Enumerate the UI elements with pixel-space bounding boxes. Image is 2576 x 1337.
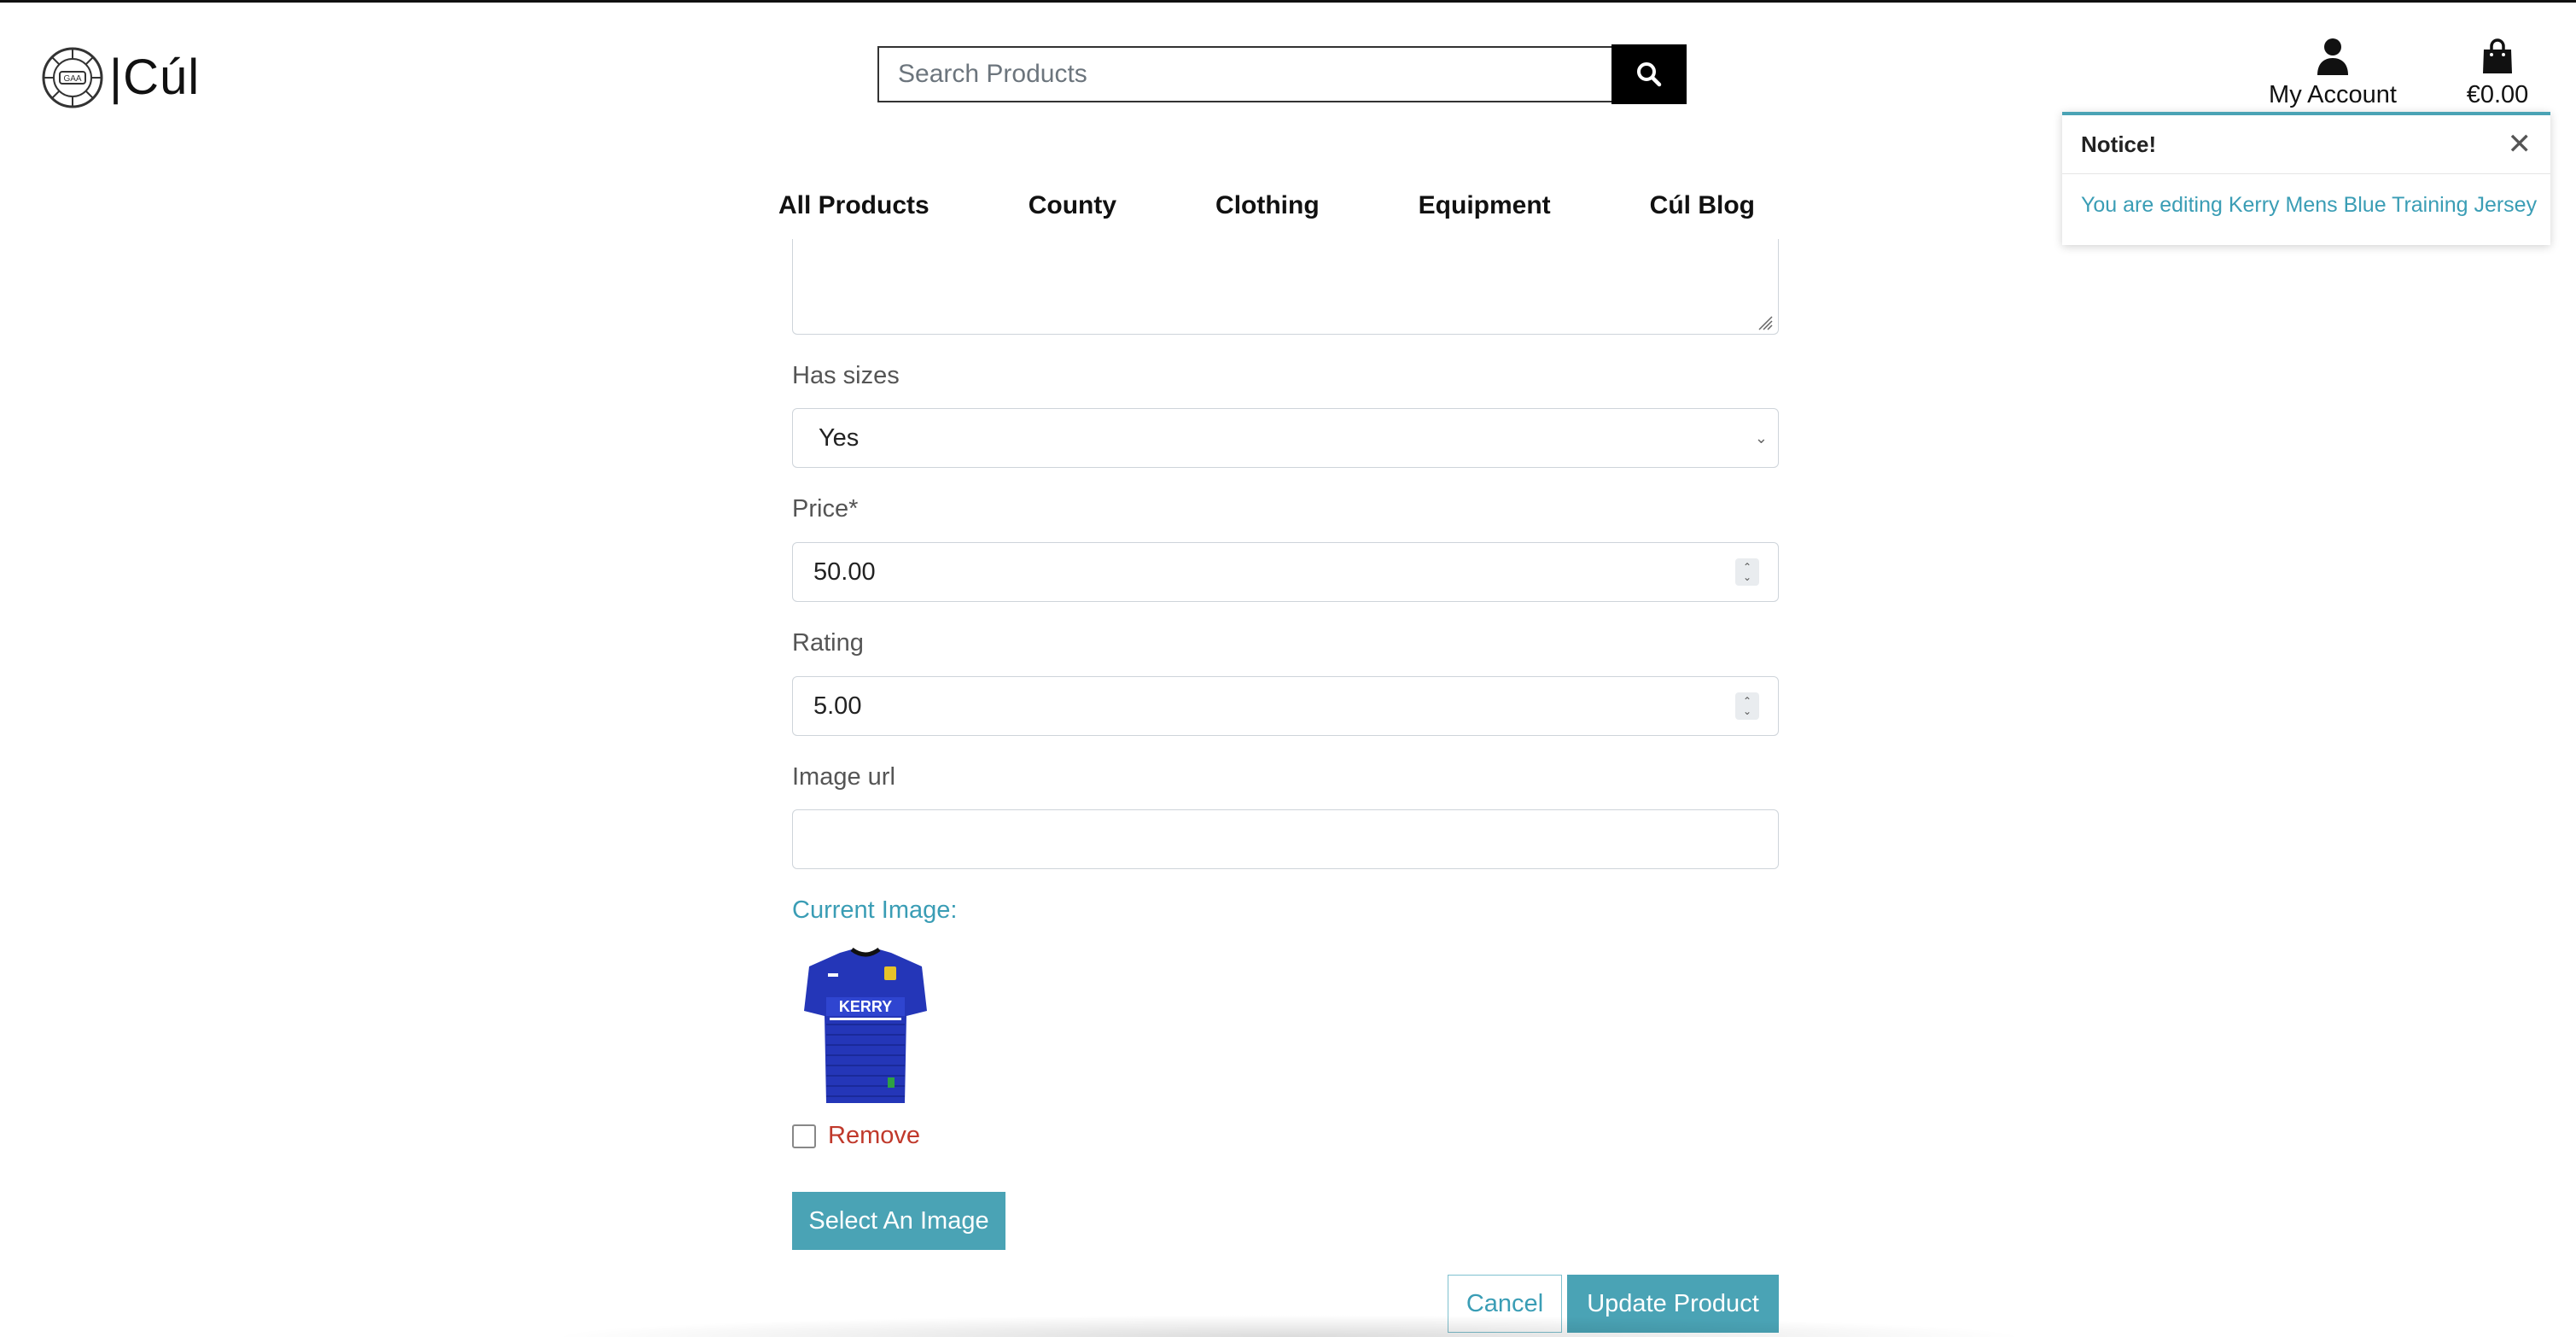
main-nav: All Products County Clothing Equipment C…: [778, 191, 1755, 220]
nav-county[interactable]: County: [1029, 191, 1116, 220]
price-value: 50.00: [813, 558, 876, 586]
bag-total: €0.00: [2466, 81, 2529, 108]
logo-text: |Cúl: [109, 50, 201, 105]
image-url-input[interactable]: [792, 809, 1779, 869]
shopping-bag-icon: [2483, 38, 2512, 73]
nav-all-products[interactable]: All Products: [778, 191, 930, 220]
nav-equipment[interactable]: Equipment: [1419, 191, 1551, 220]
toast-header: Notice! ✕: [2062, 115, 2550, 174]
gaa-ball-icon: GAA: [42, 47, 103, 108]
chevron-down-icon: ⌄: [1742, 705, 1752, 717]
search-input[interactable]: [877, 46, 1611, 102]
resize-handle-icon[interactable]: [1756, 313, 1773, 330]
has-sizes-select[interactable]: Yes ⌄: [792, 408, 1779, 468]
user-icon: [2317, 38, 2348, 75]
current-image-label: Current Image:: [792, 896, 958, 924]
price-label: Price*: [792, 495, 859, 523]
jersey-image: KERRY: [804, 948, 927, 1103]
notice-toast: Notice! ✕ You are editing Kerry Mens Blu…: [2062, 112, 2550, 245]
logo-emblem-text: GAA: [63, 74, 81, 84]
toast-title: Notice!: [2081, 131, 2157, 157]
has-sizes-value: Yes: [819, 423, 860, 452]
price-spinner[interactable]: ⌃ ⌄: [1735, 558, 1759, 586]
my-account-label: My Account: [2269, 81, 2397, 108]
search-button[interactable]: [1611, 44, 1687, 104]
image-url-label: Image url: [792, 763, 895, 791]
chevron-down-icon: ⌄: [1754, 429, 1768, 447]
window-top-border: [0, 0, 2576, 3]
chevron-down-icon: ⌄: [1742, 571, 1752, 583]
nav-cul-blog[interactable]: Cúl Blog: [1650, 191, 1755, 220]
search-form: [877, 44, 1687, 104]
rating-spinner[interactable]: ⌃ ⌄: [1735, 692, 1759, 720]
select-image-button[interactable]: Select An Image: [792, 1192, 1005, 1250]
close-icon[interactable]: ✕: [2508, 130, 2532, 159]
rating-label: Rating: [792, 629, 864, 657]
description-textarea[interactable]: [792, 239, 1779, 335]
site-logo[interactable]: GAA |Cúl: [41, 46, 200, 109]
remove-image-control: Remove: [792, 1122, 920, 1150]
toast-message: You are editing Kerry Mens Blue Training…: [2081, 193, 2538, 217]
nav-clothing[interactable]: Clothing: [1215, 191, 1320, 220]
jersey-text: KERRY: [839, 998, 892, 1015]
price-input[interactable]: 50.00 ⌃ ⌄: [792, 542, 1779, 602]
shopping-bag-link[interactable]: €0.00: [2450, 38, 2545, 109]
rating-value: 5.00: [813, 692, 862, 720]
my-account-link[interactable]: My Account: [2260, 38, 2405, 109]
search-icon: [1637, 62, 1662, 87]
has-sizes-label: Has sizes: [792, 362, 900, 389]
rating-input[interactable]: 5.00 ⌃ ⌄: [792, 676, 1779, 736]
remove-checkbox[interactable]: [792, 1124, 816, 1148]
remove-label[interactable]: Remove: [828, 1122, 920, 1150]
footer-shadow: [546, 1315, 2031, 1337]
